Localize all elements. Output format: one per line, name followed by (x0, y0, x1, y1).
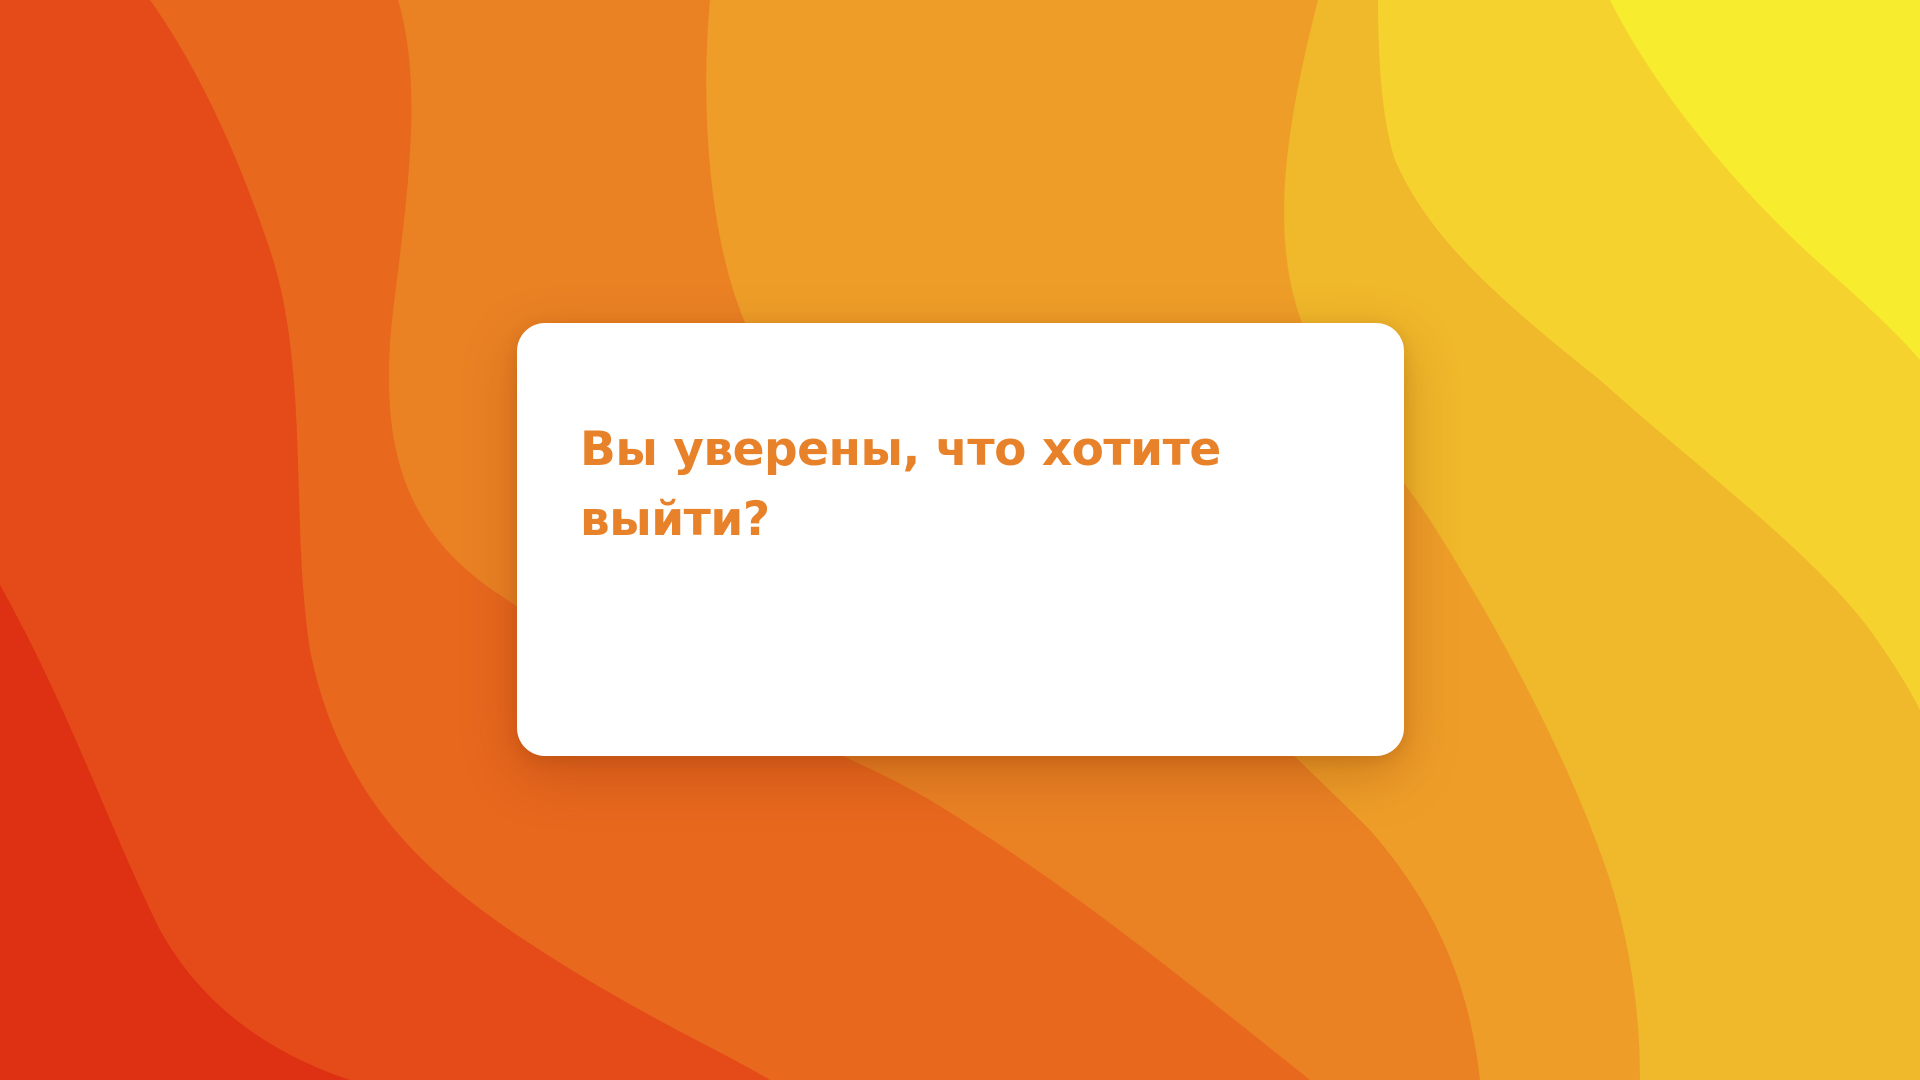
dialog-title: Вы уверены, что хотите выйти? (580, 422, 1221, 547)
exit-confirm-dialog: Вы уверены, что хотите выйти? (517, 323, 1404, 756)
screen: Вы уверены, что хотите выйти? (0, 0, 1920, 1080)
